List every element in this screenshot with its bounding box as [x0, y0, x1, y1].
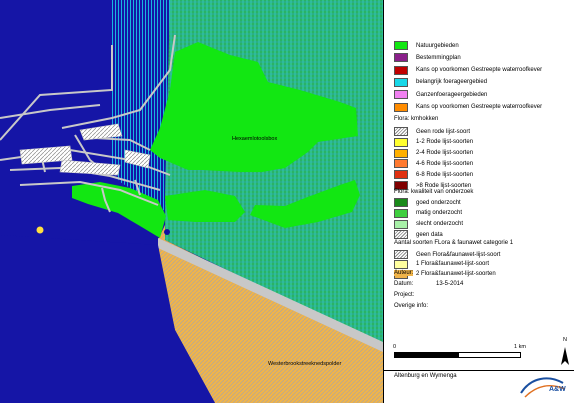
map-canvas: Hexaemlotoolsbox Westerbrookstreeknedspo…	[0, 0, 383, 403]
legend-swatch	[394, 250, 408, 259]
legend-label: geen data	[416, 231, 443, 238]
legend-item-flora-quality-2: slecht onderzocht	[394, 219, 463, 230]
legend-label: 1 Flora&faunawet-lijst-soort	[416, 261, 490, 268]
legend-label: belangrijk foerageergebied	[416, 79, 488, 86]
legend-item-flora-km-2: 2-4 Rode lijst-soorten	[394, 148, 473, 159]
map-figure: Hexaemlotoolsbox Westerbrookstreeknedspo…	[0, 0, 574, 403]
legend-item-top-5: Kans op voorkomen Gestreepte waterroofke…	[394, 102, 542, 113]
project-label: Project:	[394, 292, 415, 298]
legend-label: slecht onderzocht	[416, 221, 464, 228]
legend-swatch	[394, 159, 408, 169]
legend-label: 4-6 Rode lijst-soorten	[416, 160, 474, 167]
legend-panel: Natuurgebieden Bestemmingplan Kans op voor…	[383, 0, 574, 403]
legend-label: Natuurgebieden	[416, 42, 459, 49]
legend-item-flora-quality-0: goed onderzocht	[394, 197, 461, 208]
legend-swatch	[394, 41, 408, 50]
legend-swatch	[394, 259, 408, 269]
legend-swatch	[394, 137, 408, 147]
legend-swatch	[394, 219, 408, 229]
place-label-south: Westerbrookstreeknedspolder	[268, 361, 341, 367]
datum-value: 13-5-2014	[436, 281, 464, 287]
legend-item-flora-km-4: 6-8 Rode lijst-soorten	[394, 169, 473, 180]
place-label-north: Hexaemlotoolsbox	[232, 136, 277, 142]
legend-label: Kans op voorkomen Gestreepte waterroofke…	[416, 67, 543, 74]
legend-item-flora-km-0: Geen rode lijst-soort	[394, 126, 470, 137]
datum-label: Datum:	[394, 281, 414, 287]
legend-swatch	[394, 77, 408, 87]
scalebar-fill	[394, 352, 459, 358]
legend-swatch	[394, 198, 408, 207]
legend-header-flora-km: Flora: kmhokken	[394, 116, 439, 122]
legend-header-fauna: Aantal soorten FLora & faunawet categori…	[394, 240, 514, 246]
legend-swatch	[394, 127, 408, 136]
legend-label: Bestemmingplan	[416, 54, 461, 61]
blue-point	[164, 229, 170, 235]
legend-item-top-3: belangrijk foerageergebied	[394, 77, 487, 88]
north-label: N	[563, 337, 567, 343]
water-point	[36, 226, 44, 234]
scalebar-end: 1 km	[514, 344, 526, 350]
legend-label: 2 Flora&faunawet-lijst-soorten	[416, 271, 496, 278]
legend-label: 2-4 Rode lijst-soorten	[416, 150, 474, 157]
legend-label: >8 Rode lijst-soorten	[416, 182, 472, 189]
legend-swatch	[394, 230, 408, 240]
legend-label: Geen rode lijst-soort	[416, 128, 471, 135]
legend-label: Kans op voorkomen Gestreepte waterroofke…	[416, 104, 543, 110]
legend-label: goed onderzocht	[416, 199, 461, 206]
legend-item-top-4: Ganzenfoerageergebieden	[394, 89, 487, 100]
company-name: Altenburg en Wymenga	[394, 373, 457, 379]
footer-divider	[384, 370, 574, 371]
overige-label: Overige info:	[394, 303, 429, 309]
legend-item-top-0: Natuurgebieden	[394, 40, 459, 51]
legend-swatch	[394, 208, 408, 218]
legend-label: 1-2 Rode lijst-soorten	[416, 139, 474, 146]
north-arrow-icon	[561, 347, 569, 365]
legend-swatch	[394, 65, 408, 75]
legend-label: 6-8 Rode lijst-soorten	[416, 171, 474, 178]
scalebar-start: 0	[393, 344, 397, 350]
legend-swatch	[394, 53, 408, 63]
legend-item-flora-quality-1: matig onderzocht	[394, 208, 462, 219]
legend-swatch	[394, 102, 408, 112]
legend-label: Geen Flora&faunawet-lijst-soort	[416, 251, 501, 258]
legend-swatch	[394, 148, 408, 158]
legend-label: matig onderzocht	[416, 210, 463, 217]
legend-item-flora-km-3: 4-6 Rode lijst-soorten	[394, 158, 473, 169]
legend-swatch	[394, 170, 408, 180]
legend-item-top-2: Kans op voorkomen Gestreepte waterroofke…	[394, 65, 542, 76]
legend-label: Ganzenfoerageergebieden	[416, 91, 488, 98]
legend-item-flora-quality-3: geen data	[394, 229, 443, 240]
auteur-label: Auteur:	[394, 270, 414, 276]
legend-item-top-1: Bestemmingplan	[394, 52, 461, 63]
logo-text: A&W	[549, 386, 566, 393]
legend-header-flora-quality: Flora: kwaliteit van onderzoek	[394, 189, 474, 195]
legend-item-flora-km-1: 1-2 Rode lijst-soorten	[394, 137, 473, 148]
legend-swatch	[394, 90, 408, 100]
